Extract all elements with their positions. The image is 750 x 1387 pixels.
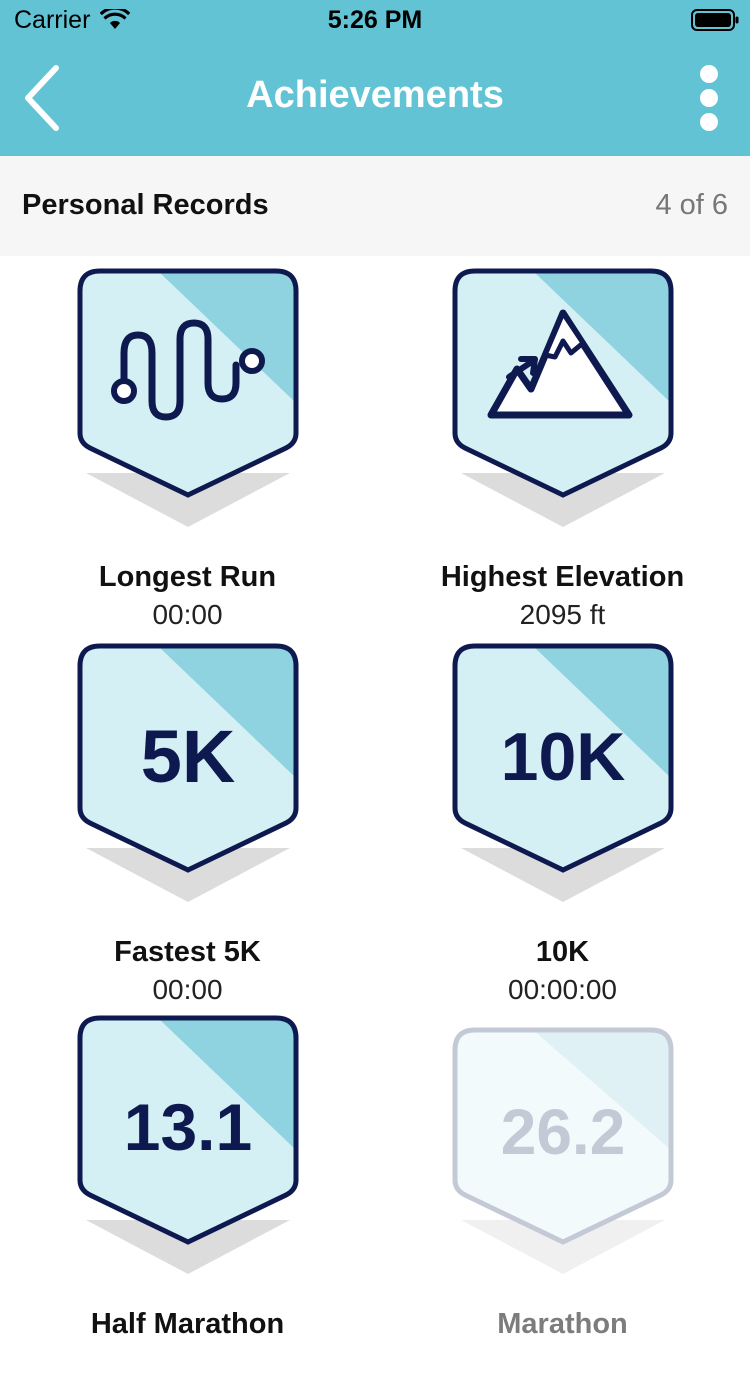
mountain-badge-icon <box>452 268 674 527</box>
badge-graphic-text: 26.2 <box>501 1096 626 1168</box>
badge-10k[interactable]: 10K 10K 00:00:00 <box>375 640 750 1015</box>
badge-name: Fastest 5K <box>114 936 261 968</box>
battery-icon <box>691 9 739 31</box>
section-header: Personal Records 4 of 6 <box>0 156 750 256</box>
half-marathon-badge-icon: 13.1 <box>77 1015 299 1274</box>
5k-badge-icon: 5K <box>77 643 299 902</box>
badge-name: Longest Run <box>98 561 277 593</box>
badge-name: 10K <box>535 936 590 968</box>
more-options-button[interactable] <box>684 62 734 134</box>
badge-name: Marathon <box>497 1308 628 1340</box>
badge-graphic-text: 13.1 <box>124 1090 252 1164</box>
badge-highest-elevation[interactable]: Highest Elevation 2095 ft <box>375 265 750 640</box>
page-title: Achievements <box>246 74 504 116</box>
badge-value: 2095 ft <box>519 599 606 630</box>
winding-path-badge-icon <box>77 268 299 527</box>
badge-value: 00:00 <box>152 599 223 630</box>
badge-graphic-text: 5K <box>141 715 236 798</box>
badge-longest-run[interactable]: Longest Run 00:00 <box>0 265 375 640</box>
badge-half-marathon[interactable]: 13.1 Half Marathon <box>0 1012 375 1387</box>
status-bar: Carrier 5:26 PM <box>0 0 750 40</box>
section-title: Personal Records <box>22 189 269 221</box>
badge-marathon[interactable]: 26.2 Marathon <box>375 1012 750 1387</box>
badge-value: 00:00:00 <box>508 974 617 1005</box>
app-header: Carrier 5:26 PM Achievements <box>0 0 750 156</box>
vertical-dots-icon <box>700 65 718 131</box>
badge-graphic-text: 10K <box>501 719 626 795</box>
badge-value: 00:00 <box>152 974 223 1005</box>
marathon-badge-icon: 26.2 <box>452 1027 674 1274</box>
10k-badge-icon: 10K <box>452 643 674 902</box>
clock: 5:26 PM <box>327 6 423 34</box>
section-count: 4 of 6 <box>655 189 728 221</box>
badge-fastest-5k[interactable]: 5K Fastest 5K 00:00 <box>0 640 375 1015</box>
badge-name: Half Marathon <box>90 1308 285 1340</box>
badge-name: Highest Elevation <box>440 561 685 593</box>
